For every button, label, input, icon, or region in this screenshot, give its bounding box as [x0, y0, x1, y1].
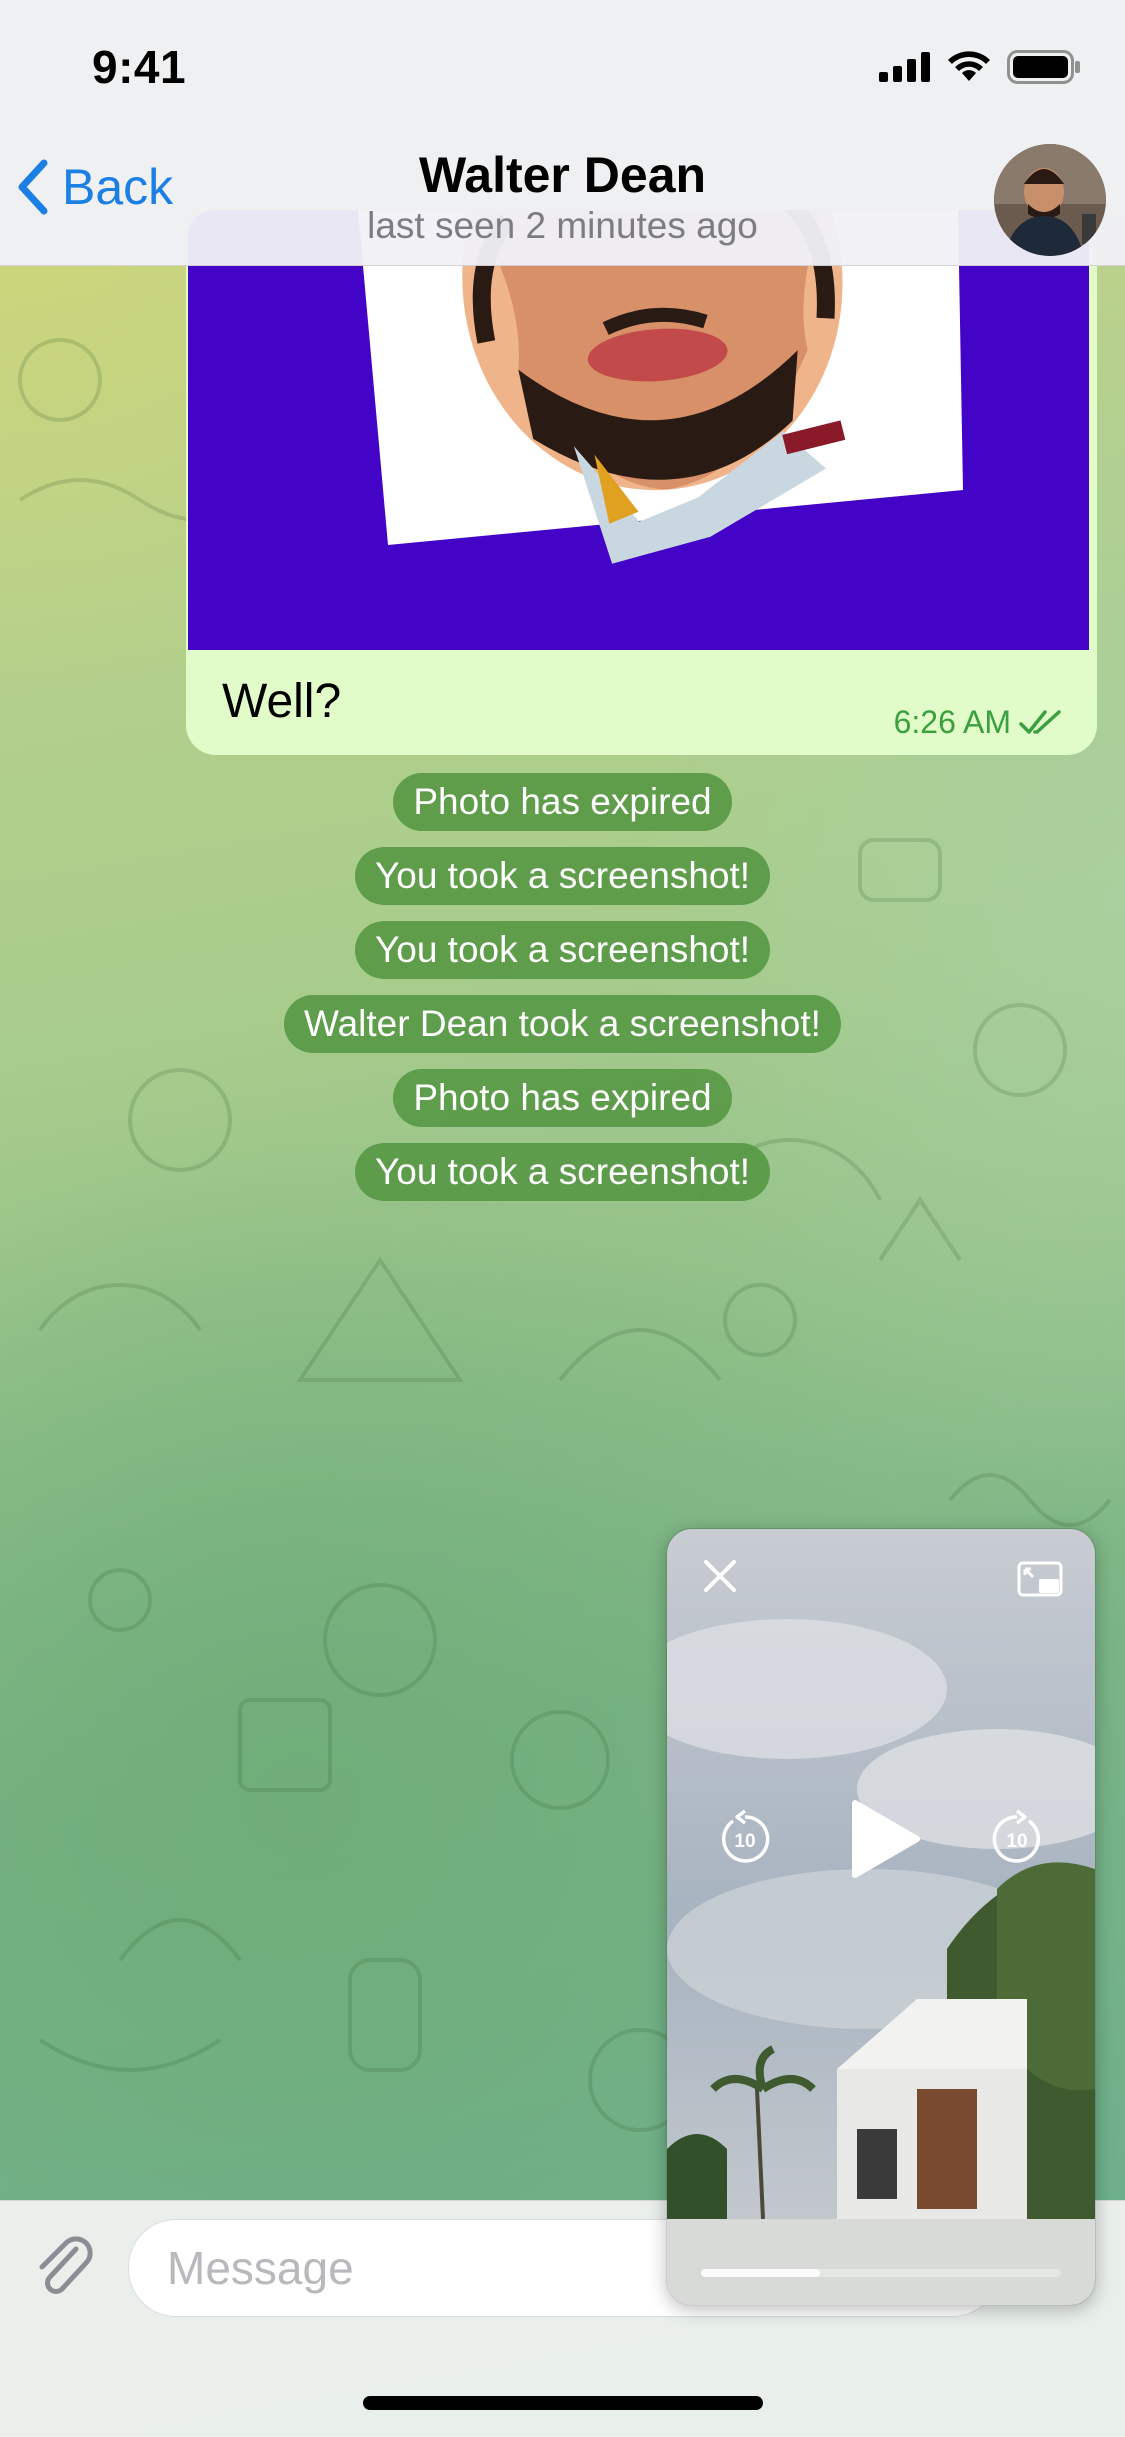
forward-icon: 10: [992, 1809, 1041, 1863]
message-meta: 6:26 AM: [894, 704, 1063, 741]
status-icons: [879, 50, 1081, 84]
service-message: You took a screenshot!: [0, 847, 1125, 905]
forward-10-button[interactable]: 10: [991, 1809, 1043, 1868]
message-input[interactable]: [165, 2240, 729, 2296]
play-icon: [852, 1800, 920, 1878]
pip-expand-button[interactable]: [1017, 1561, 1063, 1604]
stylized-portrait-photo[interactable]: [188, 210, 1089, 650]
chat-title[interactable]: Walter Dean: [0, 146, 1125, 204]
wifi-icon: [948, 51, 990, 81]
message-time: 6:26 AM: [893, 704, 1011, 740]
double-check-icon: [1019, 709, 1061, 734]
service-message: Photo has expired: [0, 773, 1125, 831]
service-message: You took a screenshot!: [0, 921, 1125, 979]
service-message-text: You took a screenshot!: [354, 847, 771, 905]
outgoing-message-bubble[interactable]: Well? 6:26 AM: [186, 210, 1097, 755]
video-frame: [667, 1529, 1095, 2305]
service-message: Photo has expired: [0, 1069, 1125, 1127]
video-progress-fill: [701, 2269, 820, 2277]
forward-label: 10: [1006, 1831, 1027, 1852]
home-indicator[interactable]: [363, 2396, 763, 2410]
rewind-10-button[interactable]: 10: [719, 1809, 771, 1868]
video-progress-bar[interactable]: [701, 2269, 1061, 2277]
chat-subtitle: last seen 2 minutes ago: [367, 205, 758, 246]
service-message-text: Walter Dean took a screenshot!: [284, 995, 841, 1053]
picture-in-picture-expand-icon: [1017, 1561, 1063, 1597]
rewind-icon: 10: [721, 1809, 770, 1863]
battery-icon: [1007, 50, 1080, 84]
rewind-label: 10: [734, 1831, 755, 1852]
chat-header: 9:41 Back Walter Dean last seen 2 minute…: [0, 0, 1125, 266]
avatar[interactable]: [994, 144, 1106, 256]
service-message-text: Photo has expired: [393, 1069, 732, 1127]
status-time: 9:41: [92, 41, 187, 93]
message-text: Well?: [222, 675, 342, 728]
cellular-signal-icon: [879, 52, 930, 82]
service-message-text: You took a screenshot!: [354, 1143, 771, 1201]
pip-close-button[interactable]: [703, 1559, 737, 1598]
service-message: Walter Dean took a screenshot!: [0, 995, 1125, 1053]
attach-button[interactable]: [30, 2231, 100, 2306]
play-button[interactable]: [847, 1797, 923, 1886]
pip-video-player[interactable]: 10 10: [666, 1528, 1096, 2306]
close-icon: [704, 1560, 736, 1592]
service-message: You took a screenshot!: [0, 1143, 1125, 1201]
service-message-text: Photo has expired: [393, 773, 732, 831]
paperclip-icon: [39, 2236, 93, 2294]
service-message-text: You took a screenshot!: [354, 921, 771, 979]
